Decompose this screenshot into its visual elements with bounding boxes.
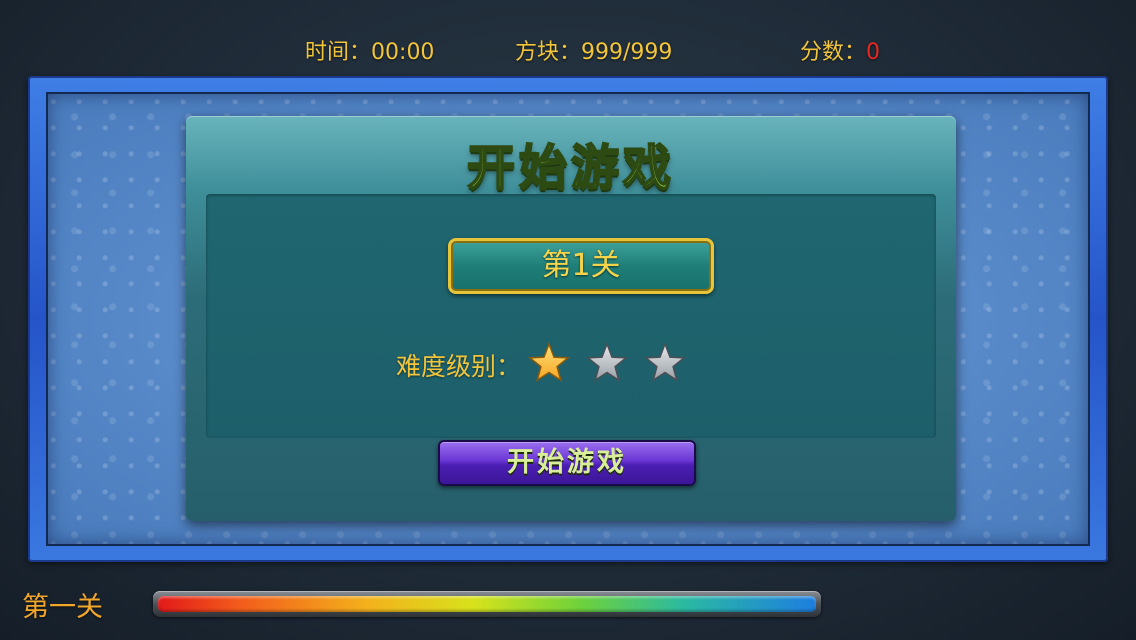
hud-time-colon: ： bbox=[349, 40, 372, 65]
hud-blocks-label: 方块 bbox=[515, 40, 560, 65]
level-select-button[interactable]: 第1关 bbox=[448, 238, 714, 294]
game-screen: 时间：00:00 方块：999/999 分数：0 开始游戏 第1关 难度级别： … bbox=[0, 0, 1136, 640]
hud-blocks: 方块：999/999 bbox=[515, 38, 672, 68]
hud-time-value: 00:00 bbox=[371, 40, 435, 65]
dialog-panel: 第1关 难度级别： bbox=[206, 194, 936, 438]
difficulty-stars bbox=[527, 341, 701, 389]
hud-score-colon: ： bbox=[844, 40, 867, 65]
hud-blocks-value: 999/999 bbox=[581, 40, 673, 65]
start-game-button[interactable]: 开始游戏 bbox=[438, 440, 696, 486]
difficulty-label: 难度级别： bbox=[396, 352, 522, 381]
hud-score: 分数：0 bbox=[800, 38, 880, 68]
star-empty-icon[interactable] bbox=[585, 341, 629, 385]
dialog-title: 开始游戏 bbox=[466, 139, 675, 197]
progress-bar-fill bbox=[158, 596, 816, 612]
difficulty-row: 难度级别： bbox=[396, 340, 701, 390]
hud-time: 时间：00:00 bbox=[305, 38, 434, 68]
progress-bar bbox=[153, 591, 821, 617]
hud-time-label: 时间 bbox=[305, 40, 350, 65]
star-filled-icon[interactable] bbox=[527, 341, 571, 385]
star-empty-icon[interactable] bbox=[643, 341, 687, 385]
hud-score-value: 0 bbox=[866, 40, 881, 65]
hud-score-label: 分数 bbox=[800, 40, 845, 65]
stage-label: 第一关 bbox=[22, 592, 103, 623]
hud-blocks-colon: ： bbox=[559, 40, 582, 65]
start-game-dialog: 开始游戏 第1关 难度级别： 开始游戏 bbox=[186, 116, 956, 521]
